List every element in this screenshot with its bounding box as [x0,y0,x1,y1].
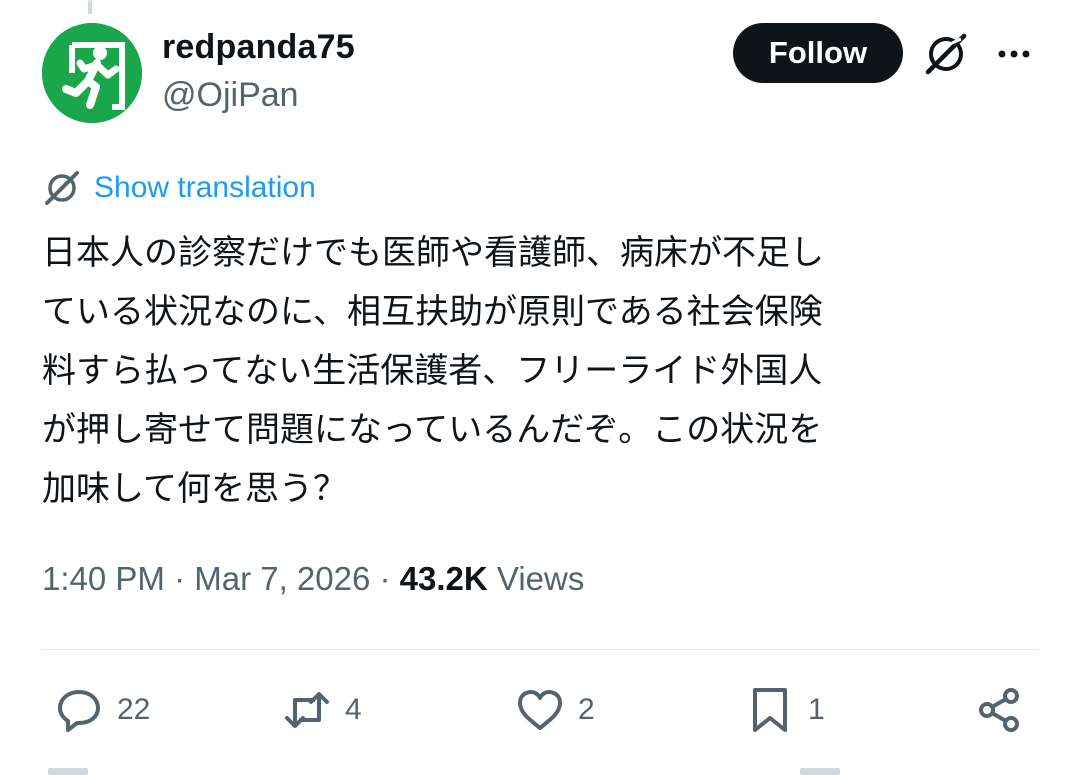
reply-count: 22 [117,693,151,726]
avatar[interactable] [42,23,142,123]
bookmark-icon [753,688,787,732]
show-translation-link[interactable]: Show translation [94,171,316,205]
tweet-text: 日本人の診察だけでも医師や看護師、病床が不足し ている状況なのに、相互扶助が原則… [42,233,824,509]
heart-icon [518,690,562,730]
follow-button[interactable]: Follow [733,23,903,83]
views-label: Views [487,560,585,597]
thread-connector-line [88,0,92,14]
share-icon [979,688,1019,732]
meta-separator: · [164,560,195,597]
next-item-peek [800,768,840,775]
reply-icon [58,690,100,732]
author-handle[interactable]: @OjiPan [162,76,299,115]
reply-button[interactable]: 22 [55,684,150,736]
like-button[interactable]: 2 [516,684,595,736]
grok-icon[interactable] [922,30,970,78]
repost-icon [285,692,329,728]
tweet-date[interactable]: Mar 7, 2026 [194,560,370,597]
like-count: 2 [578,693,595,726]
next-item-peek [48,768,88,775]
author-display-name[interactable]: redpanda75 [162,28,355,67]
tweet-meta: 1:40 PM · Mar 7, 2026 · 43.2K Views [42,560,584,598]
repost-count: 4 [345,693,362,726]
emergency-exit-running-man-icon [42,23,142,123]
meta-separator: · [370,560,400,597]
share-button[interactable] [975,684,1023,736]
grok-translate-icon [45,171,79,205]
bookmark-count: 1 [808,693,825,726]
tweet-time[interactable]: 1:40 PM [42,560,165,597]
views-count[interactable]: 43.2K [400,560,488,597]
more-options-icon[interactable] [990,30,1038,78]
divider [42,649,1038,650]
repost-button[interactable]: 4 [283,684,362,736]
show-translation-row[interactable]: Show translation [42,166,316,210]
bookmark-button[interactable]: 1 [746,684,825,736]
